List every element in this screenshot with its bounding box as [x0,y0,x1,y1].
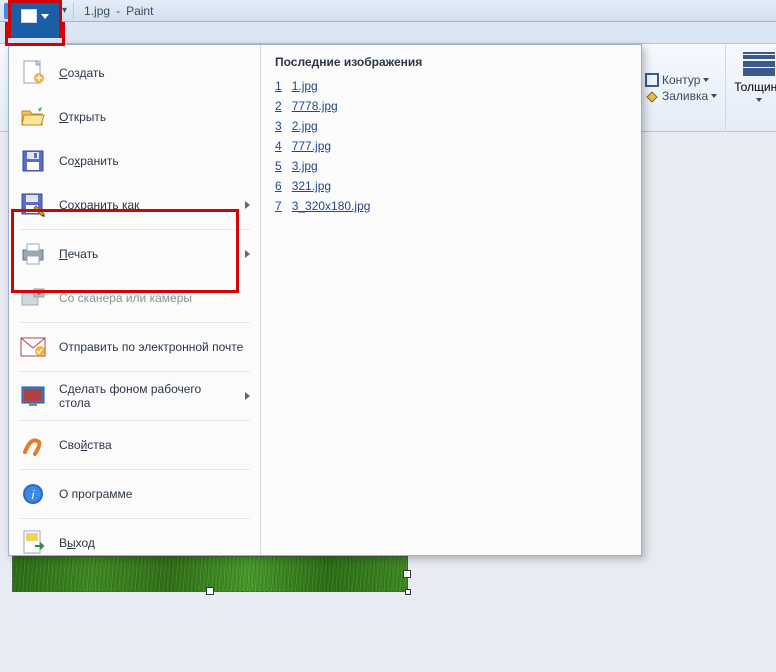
print-icon [19,240,47,268]
recent-index: 4 [275,139,282,153]
menu-item-properties[interactable]: Свойства [9,423,260,467]
menu-item-print[interactable]: Печать [9,232,260,276]
menu-separator [19,420,250,421]
menu-label: О программе [59,487,250,501]
title-filename: 1.jpg [84,4,110,18]
file-menu-button[interactable] [8,0,62,38]
outline-icon [645,73,659,87]
menu-item-email[interactable]: Отправить по электронной почте [9,325,260,369]
chevron-down-icon [703,78,709,82]
menu-item-open[interactable]: Открыть [9,95,260,139]
recent-item[interactable]: 6 321.jpg [275,179,627,193]
menu-separator [19,371,250,372]
recent-item[interactable]: 1 1.jpg [275,79,627,93]
recent-filename: 3_320x180.jpg [292,199,371,213]
submenu-arrow-icon [245,201,250,209]
qat-customize-dropdown[interactable]: ▾ [62,5,67,16]
menu-separator [19,469,250,470]
submenu-arrow-icon [245,250,250,258]
menu-label: Сохранить как [59,198,233,212]
menu-label: Сделать фоном рабочего стола [59,382,233,410]
title-bar: ▾ 1.jpg - Paint [0,0,776,22]
outline-label: Контур [662,73,700,87]
email-icon [19,333,47,361]
thickness-icon [743,52,775,76]
recent-index: 3 [275,119,282,133]
menu-separator [19,229,250,230]
menu-label: Печать [59,247,233,261]
desktop-icon [19,382,47,410]
chevron-down-icon [41,14,49,19]
submenu-arrow-icon [245,392,250,400]
menu-label: Отправить по электронной почте [59,340,250,354]
fill-icon [645,89,659,103]
scanner-icon [19,284,47,312]
recent-item[interactable]: 3 2.jpg [275,119,627,133]
recent-files-panel: Последние изображения 1 1.jpg 2 7778.jpg 3 2.… [261,45,641,555]
menu-item-desktop-bg[interactable]: Сделать фоном рабочего стола [9,374,260,418]
menu-label: Со сканера или камеры [59,291,250,305]
ribbon-group-outline-fill: Контур Заливка [636,44,725,132]
fill-dropdown[interactable]: Заливка [645,89,717,103]
svg-text:i: i [32,488,35,502]
menu-item-save-as[interactable]: Сохранить как [9,183,260,227]
chevron-down-icon [711,94,717,98]
recent-item[interactable]: 4 777.jpg [275,139,627,153]
menu-label: Сохранить [59,154,250,168]
resize-handle-corner[interactable] [405,589,411,595]
recent-index: 5 [275,159,282,173]
recent-list: 1 1.jpg 2 7778.jpg 3 2.jpg 4 777.jpg 5 3.jpg 6 321.… [275,79,627,213]
recent-filename: 2.jpg [292,119,318,133]
recent-index: 6 [275,179,282,193]
ribbon-tab-strip [0,22,776,44]
menu-item-save[interactable]: Сохранить [9,139,260,183]
file-menu-panel: Создать Открыть Сохранить Сохранить как [8,44,642,556]
menu-label: Открыть [59,110,250,124]
qat-divider [73,3,74,19]
menu-item-create[interactable]: Создать [9,51,260,95]
recent-filename: 321.jpg [292,179,331,193]
menu-item-exit[interactable]: Выход [9,521,260,565]
menu-item-scanner: Со сканера или камеры [9,276,260,320]
menu-label: Свойства [59,438,250,452]
title-app: Paint [126,4,153,18]
menu-label: Создать [59,66,250,80]
thickness-button[interactable]: Толщина [725,44,776,132]
recent-title: Последние изображения [275,55,627,69]
recent-filename: 3.jpg [292,159,318,173]
title-sep: - [116,4,120,18]
info-icon: i [19,480,47,508]
menu-separator [19,518,250,519]
recent-filename: 777.jpg [292,139,331,153]
recent-index: 1 [275,79,282,93]
chevron-down-icon [756,98,762,102]
save-as-icon [19,191,47,219]
recent-item[interactable]: 2 7778.jpg [275,99,627,113]
save-icon [19,147,47,175]
recent-index: 2 [275,99,282,113]
file-menu-left: Создать Открыть Сохранить Сохранить как [9,45,261,555]
menu-item-about[interactable]: i О программе [9,472,260,516]
thickness-label: Толщина [734,80,776,94]
exit-icon [19,529,47,557]
menu-label: Выход [59,536,250,550]
properties-icon [19,431,47,459]
recent-item[interactable]: 5 3.jpg [275,159,627,173]
recent-filename: 7778.jpg [292,99,338,113]
recent-item[interactable]: 7 3_320x180.jpg [275,199,627,213]
fill-label: Заливка [662,89,708,103]
recent-filename: 1.jpg [292,79,318,93]
open-folder-icon [19,103,47,131]
recent-index: 7 [275,199,282,213]
new-document-icon [19,59,47,87]
menu-separator [19,322,250,323]
document-icon [21,9,37,23]
outline-dropdown[interactable]: Контур [645,73,709,87]
